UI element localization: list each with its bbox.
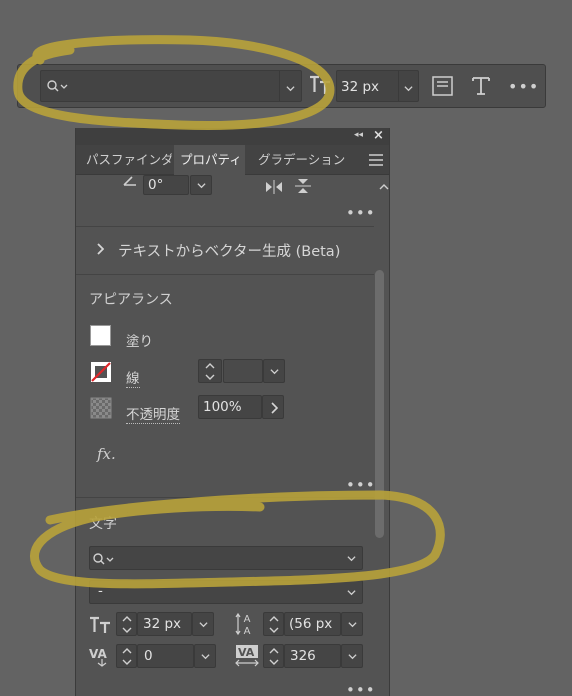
font-size-dropdown[interactable] xyxy=(192,612,214,636)
leading-value: (56 px xyxy=(289,616,333,632)
more-options-button[interactable]: ••• xyxy=(508,79,539,95)
panel-title-bar: ◂◂ × xyxy=(76,128,389,145)
character-title: 文字 xyxy=(89,516,117,532)
scrollbar-thumb[interactable] xyxy=(375,270,384,538)
chevron-down-icon xyxy=(347,590,356,596)
kerning-value: 0 xyxy=(144,648,153,664)
svg-text:A: A xyxy=(244,614,251,625)
font-size-icon xyxy=(89,615,113,639)
panel-scrollbar[interactable] xyxy=(374,266,386,676)
kerning-field[interactable]: 0 xyxy=(137,644,194,668)
search-icon xyxy=(47,80,69,97)
font-family-field[interactable] xyxy=(40,70,302,102)
character-more-button[interactable]: ••• xyxy=(346,683,376,696)
tab-properties[interactable]: プロパティ xyxy=(174,145,245,175)
svg-text:VA: VA xyxy=(238,646,255,659)
opacity-label[interactable]: 不透明度 xyxy=(126,403,180,424)
touch-type-icon[interactable] xyxy=(470,75,492,97)
leading-dropdown[interactable] xyxy=(341,612,363,636)
kerning-stepper[interactable] xyxy=(116,644,137,668)
leading-field[interactable]: (56 px xyxy=(284,612,341,636)
collapse-icon[interactable]: ◂◂ xyxy=(354,130,363,140)
tracking-dropdown[interactable] xyxy=(341,644,363,668)
font-size-stepper[interactable] xyxy=(116,612,137,636)
tab-pathfinder[interactable]: パスファインダー xyxy=(86,145,172,175)
close-icon[interactable]: × xyxy=(373,128,384,143)
scroll-up-icon[interactable] xyxy=(379,180,389,195)
appearance-more-button[interactable]: ••• xyxy=(346,478,376,493)
font-size-field[interactable]: 32 px xyxy=(137,612,192,636)
text-to-vector-label[interactable]: テキストからベクター生成 (Beta) xyxy=(118,240,340,261)
chevron-down-icon[interactable] xyxy=(404,82,413,97)
svg-text:VA: VA xyxy=(89,647,107,661)
tracking-value: 326 xyxy=(290,648,316,664)
fill-swatch[interactable] xyxy=(90,325,111,346)
svg-text:A: A xyxy=(244,626,251,636)
rotate-icon xyxy=(122,175,138,190)
character-font-family-field[interactable] xyxy=(89,546,363,570)
rotate-value: 0° xyxy=(148,177,164,193)
font-size-field[interactable]: 32 px xyxy=(336,70,419,102)
font-style-value: - xyxy=(98,583,103,599)
stroke-weight-dropdown[interactable] xyxy=(263,359,285,383)
font-style-field[interactable]: - xyxy=(89,580,363,604)
opacity-value: 100% xyxy=(203,399,242,415)
area-type-icon[interactable] xyxy=(432,76,454,96)
chevron-right-icon[interactable] xyxy=(96,243,105,259)
font-size-icon xyxy=(308,74,332,96)
tab-gradient[interactable]: グラデーション xyxy=(258,145,348,175)
opacity-slider-button[interactable] xyxy=(262,395,284,419)
control-bar: 32 px ••• xyxy=(17,64,546,108)
stroke-weight-field[interactable] xyxy=(223,359,263,383)
stroke-weight-stepper[interactable] xyxy=(198,359,222,383)
fill-label[interactable]: 塗り xyxy=(126,330,153,350)
kerning-dropdown[interactable] xyxy=(194,644,216,668)
kerning-icon: VA xyxy=(88,645,114,671)
transform-more-button[interactable]: ••• xyxy=(346,206,376,221)
chevron-down-icon xyxy=(347,556,356,562)
font-size-value: 32 px xyxy=(143,616,182,632)
stroke-label[interactable]: 線 xyxy=(126,367,140,388)
flip-horizontal-icon[interactable] xyxy=(264,180,284,198)
chevron-down-icon[interactable] xyxy=(286,82,295,97)
panel-menu-icon[interactable] xyxy=(369,154,383,170)
rotate-field[interactable]: 0° xyxy=(143,175,189,195)
stroke-none-swatch[interactable] xyxy=(90,361,112,387)
opacity-field[interactable]: 100% xyxy=(198,395,262,419)
opacity-icon xyxy=(90,397,112,423)
leading-icon: AA xyxy=(235,612,259,640)
tracking-stepper[interactable] xyxy=(263,644,284,668)
rotate-dropdown[interactable] xyxy=(190,175,212,195)
effects-icon[interactable]: fx. xyxy=(97,445,116,463)
flip-vertical-icon[interactable] xyxy=(295,178,311,198)
tracking-icon: VA xyxy=(234,644,260,672)
appearance-title: アピアランス xyxy=(89,292,173,308)
font-size-value: 32 px xyxy=(341,79,380,95)
leading-stepper[interactable] xyxy=(263,612,284,636)
tracking-field[interactable]: 326 xyxy=(284,644,341,668)
panel-tabs: パスファインダー プロパティ グラデーション xyxy=(76,145,389,175)
properties-panel: ◂◂ × パスファインダー プロパティ グラデーション 0° ••• テキストか… xyxy=(75,128,390,696)
